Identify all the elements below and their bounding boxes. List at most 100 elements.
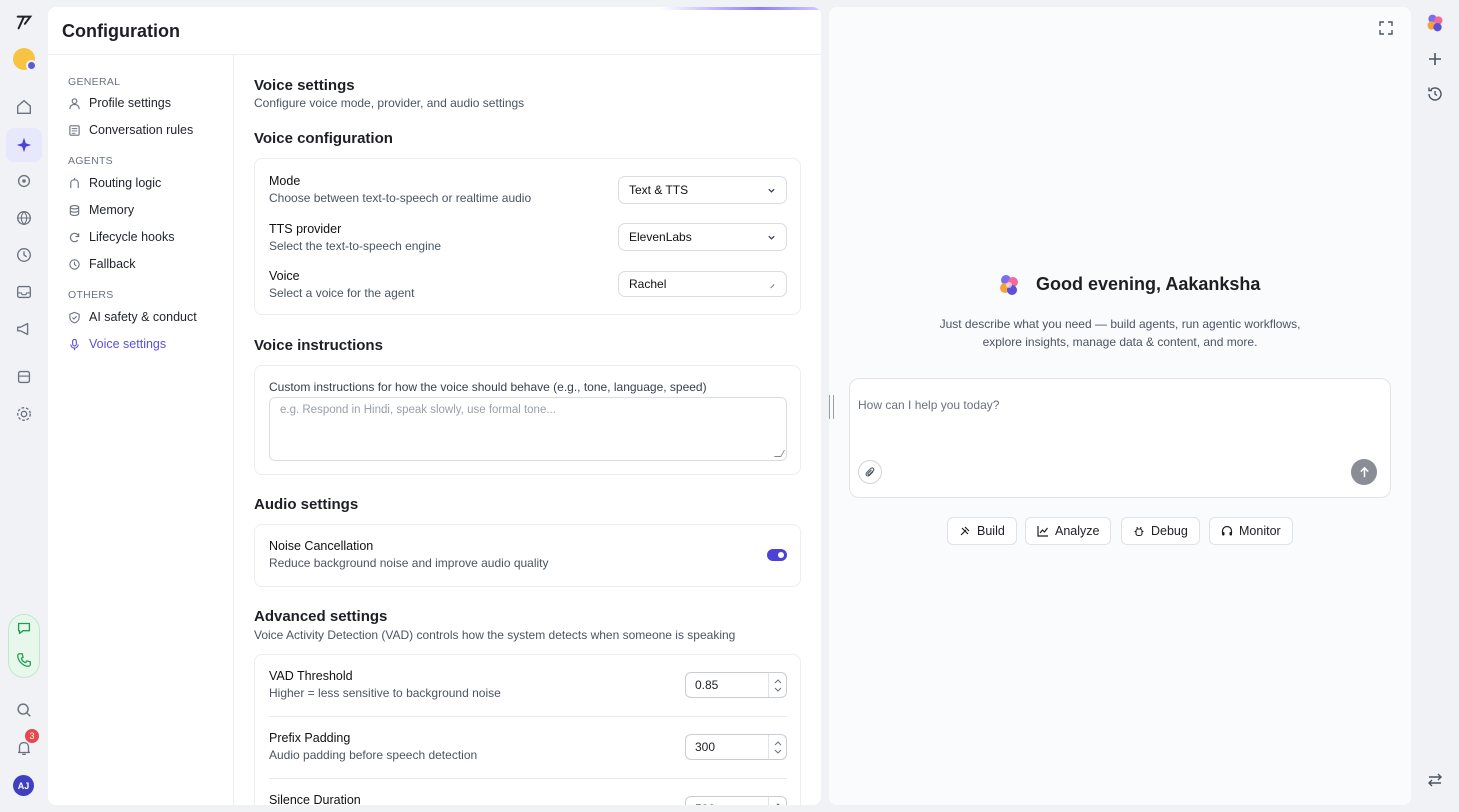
home-icon[interactable] [12, 95, 36, 119]
megaphone-icon[interactable] [12, 317, 36, 341]
expand-icon[interactable] [1378, 20, 1394, 36]
shield-check-icon [69, 311, 80, 323]
prefix-padding-value: 300 [695, 740, 716, 754]
list-icon [69, 124, 80, 136]
instructions-placeholder: e.g. Respond in Hindi, speak slowly, use… [280, 404, 556, 416]
inbox-icon[interactable] [12, 280, 36, 304]
paperclip-icon [865, 466, 874, 477]
build-chip[interactable]: Build [947, 517, 1017, 545]
chevron-down-icon [768, 235, 775, 240]
nav-item-label: Conversation rules [89, 123, 194, 137]
tts-provider-select-value: ElevenLabs [629, 230, 692, 244]
chevron-up-icon[interactable] [774, 678, 782, 684]
audio-settings-title: Audio settings [254, 496, 359, 513]
headphones-icon [1221, 525, 1233, 536]
assistant-logo-icon [1000, 275, 1018, 295]
chevron-down-icon[interactable] [774, 687, 782, 693]
microphone-icon [70, 338, 79, 350]
prefix-padding-label: Prefix Padding [269, 731, 351, 745]
chevron-down-icon[interactable] [774, 749, 782, 755]
assistant-logo-icon[interactable] [1425, 13, 1445, 33]
voice-settings-content: Voice settings Configure voice mode, pro… [254, 55, 802, 805]
nav-item-voice-settings[interactable]: Voice settings [68, 334, 166, 354]
chevron-up-icon[interactable] [774, 802, 782, 805]
vad-threshold-value: 0.85 [695, 678, 719, 692]
agent-avatar-icon[interactable] [13, 48, 37, 71]
vad-threshold-label: VAD Threshold [269, 669, 353, 683]
panel-resize-handle[interactable] [829, 395, 834, 419]
agents-icon[interactable] [12, 169, 36, 193]
phone-icon[interactable] [12, 648, 36, 672]
cards-icon[interactable] [12, 365, 36, 389]
chip-label: Debug [1151, 524, 1188, 538]
voice-instructions-textarea[interactable]: e.g. Respond in Hindi, speak slowly, use… [269, 397, 787, 461]
advanced-settings-subtitle: Voice Activity Detection (VAD) controls … [254, 628, 736, 642]
send-button[interactable] [1351, 459, 1377, 485]
instructions-label: Custom instructions for how the voice sh… [269, 380, 707, 394]
plus-icon[interactable] [1426, 50, 1444, 68]
history-icon[interactable] [1426, 85, 1444, 103]
silence-duration-input[interactable]: 500 [685, 796, 787, 805]
nav-item-ai-safety[interactable]: AI safety & conduct [68, 307, 197, 327]
nav-item-label: Lifecycle hooks [89, 230, 175, 244]
nav-item-conversation-rules[interactable]: Conversation rules [68, 120, 193, 140]
chevron-up-icon[interactable] [774, 740, 782, 746]
analyze-chip[interactable]: Analyze [1025, 517, 1112, 545]
nav-group-others: OTHERS [68, 289, 114, 301]
settings-icon[interactable] [12, 402, 36, 426]
nav-item-label: Memory [89, 203, 135, 217]
noise-cancellation-description: Reduce background noise and improve audi… [269, 556, 549, 570]
prefix-padding-input[interactable]: 300 [685, 734, 787, 760]
chip-label: Build [977, 524, 1005, 538]
mode-label: Mode [269, 174, 301, 188]
globe-icon[interactable] [12, 206, 36, 230]
notification-badge: 3 [25, 729, 39, 743]
nav-item-profile-settings[interactable]: Profile settings [68, 93, 171, 113]
greeting-subtitle: Just describe what you need — build agen… [919, 315, 1321, 351]
row-divider [269, 716, 787, 717]
vad-threshold-input[interactable]: 0.85 [685, 672, 787, 698]
section-subtitle: Configure voice mode, provider, and audi… [254, 96, 525, 110]
clock-icon [69, 258, 80, 270]
chat-support-icon[interactable] [12, 616, 36, 640]
nav-item-memory[interactable]: Memory [68, 200, 134, 220]
tts-provider-select[interactable]: ElevenLabs [618, 223, 787, 251]
database-icon [69, 204, 80, 216]
user-icon [69, 97, 80, 109]
build-icon [960, 526, 970, 536]
monitor-chip[interactable]: Monitor [1209, 517, 1293, 545]
nav-group-agents: AGENTS [68, 155, 113, 167]
voice-instructions-title: Voice instructions [254, 337, 383, 354]
history-icon[interactable] [12, 243, 36, 267]
voice-input[interactable]: Rachel [618, 271, 787, 297]
top-glow [660, 7, 821, 10]
tts-provider-description: Select the text-to-speech engine [269, 239, 442, 253]
silence-duration-label: Silence Duration [269, 793, 361, 805]
prefix-padding-description: Audio padding before speech detection [269, 748, 478, 762]
sparkle-icon[interactable] [12, 133, 36, 157]
chat-input-box[interactable]: How can I help you today? [849, 378, 1391, 498]
greeting-subtitle-line: explore insights, manage data & content,… [982, 335, 1258, 349]
mode-select[interactable]: Text & TTS [618, 176, 787, 204]
resize-grip-icon[interactable] [773, 450, 786, 457]
nav-item-lifecycle-hooks[interactable]: Lifecycle hooks [68, 227, 174, 247]
voice-instructions-card: Custom instructions for how the voice sh… [254, 365, 801, 475]
nav-item-label: AI safety & conduct [89, 310, 197, 324]
debug-chip[interactable]: Debug [1121, 517, 1200, 545]
user-avatar[interactable]: AJ [13, 775, 34, 796]
chip-label: Monitor [1239, 524, 1281, 538]
mode-select-value: Text & TTS [629, 183, 689, 197]
chevron-down-icon [768, 188, 775, 193]
nav-item-fallback[interactable]: Fallback [68, 254, 136, 274]
number-stepper[interactable] [768, 797, 786, 805]
number-stepper[interactable] [768, 673, 786, 697]
nav-item-routing-logic[interactable]: Routing logic [68, 173, 161, 193]
section-title: Voice settings [254, 77, 355, 94]
settings-nav: GENERAL Profile settings Conversation ru… [48, 55, 234, 805]
number-stepper[interactable] [768, 735, 786, 759]
attach-button[interactable] [858, 460, 882, 484]
search-icon[interactable] [12, 698, 36, 722]
swap-icon[interactable] [1426, 771, 1444, 789]
app-logo-icon[interactable] [12, 10, 36, 34]
noise-cancellation-toggle[interactable] [767, 549, 787, 561]
